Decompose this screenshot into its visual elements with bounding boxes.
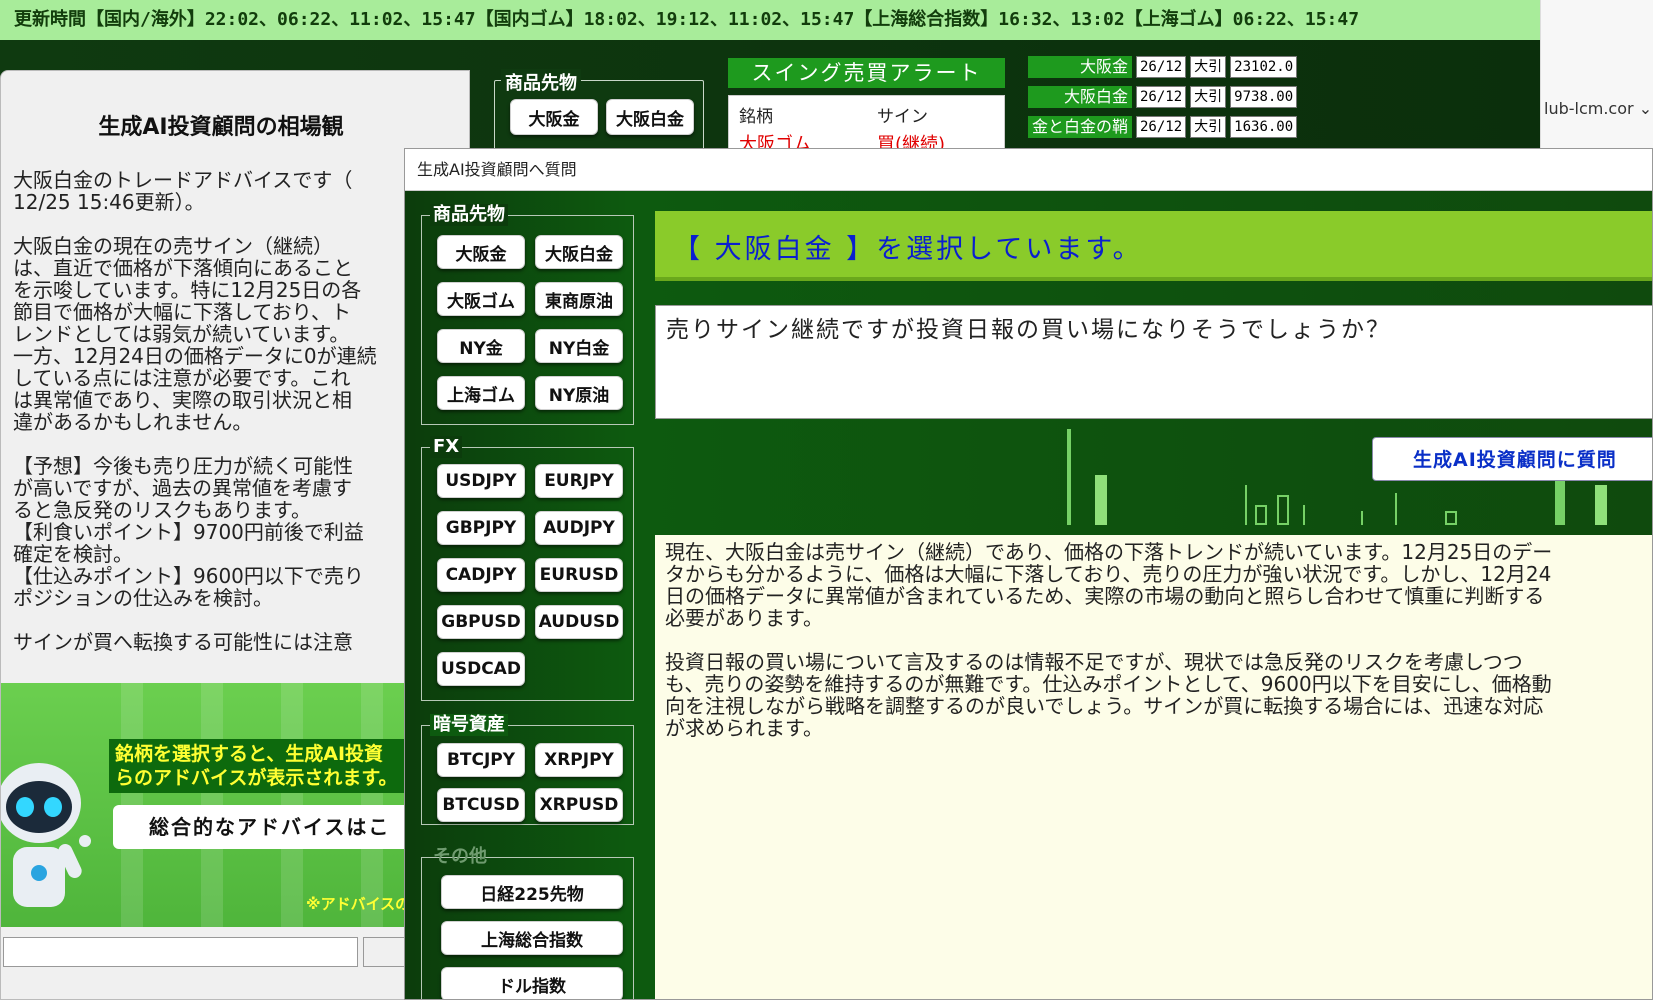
price-row: 大阪金 26/12 大引 23102.0 bbox=[1028, 56, 1298, 78]
fx-legend: FX bbox=[430, 436, 463, 458]
left-bottom-input[interactable] bbox=[3, 937, 358, 967]
selection-text: 【 大阪白金 】を選択しています。 bbox=[673, 234, 1143, 265]
eurusd-button[interactable]: EURUSD bbox=[535, 558, 623, 592]
price-name: 金と白金の鞘 bbox=[1028, 116, 1132, 138]
chart-candle bbox=[1067, 429, 1071, 525]
advice-banner: 銘柄を選択すると、生成AI投資 らのアドバイスが表示されます。 総合的なアドバイ… bbox=[1, 683, 469, 927]
eurjpy-button[interactable]: EURJPY bbox=[535, 464, 623, 498]
swing-col-sign: サイン bbox=[877, 107, 928, 127]
tocom-crude-button[interactable]: 東商原油 bbox=[535, 282, 623, 316]
usdcad-button[interactable]: USDCAD bbox=[437, 652, 525, 686]
left-bottom-controls bbox=[1, 927, 469, 999]
crypto-legend: 暗号資産 bbox=[430, 714, 508, 736]
shanghai-rubber-button[interactable]: 上海ゴム bbox=[437, 376, 525, 410]
price-kind: 大引 bbox=[1190, 86, 1227, 108]
nikkei225-futures-button[interactable]: 日経225先物 bbox=[441, 875, 623, 909]
price-name: 大阪白金 bbox=[1028, 86, 1132, 108]
chart-candle bbox=[1595, 485, 1607, 525]
market-view-window: 生成AI投資顧問の相場観 大阪白金のトレードアドバイスです（ 12/25 15:… bbox=[0, 70, 470, 1000]
market-view-advice: 大阪白金のトレードアドバイスです（ 12/25 15:46更新）。 大阪白金の現… bbox=[13, 168, 377, 654]
price-kind: 大引 bbox=[1190, 56, 1227, 78]
advice-note: ※アドバイスの bbox=[306, 895, 411, 913]
market-view-title: 生成AI投資顧問の相場観 bbox=[98, 115, 344, 140]
osaka-rubber-button[interactable]: 大阪ゴム bbox=[437, 282, 525, 316]
price-month: 26/12 bbox=[1136, 86, 1187, 108]
browser-url-fragment[interactable]: lub-lcm.cor ⌄ bbox=[1540, 94, 1653, 124]
chart-candle bbox=[1445, 511, 1457, 525]
usdjpy-button[interactable]: USDJPY bbox=[437, 464, 525, 498]
chevron-down-icon: ⌄ bbox=[1638, 99, 1653, 118]
swing-alert-title: スイング売買アラート bbox=[728, 58, 1005, 88]
price-value: 23102.0 bbox=[1230, 56, 1298, 78]
swing-col-name: 銘柄 bbox=[739, 107, 773, 127]
chart-candle bbox=[1361, 511, 1363, 525]
cadjpy-button[interactable]: CADJPY bbox=[437, 558, 525, 592]
price-value: 1636.00 bbox=[1230, 116, 1298, 138]
selection-header: 【 大阪白金 】を選択しています。 bbox=[655, 211, 1652, 281]
question-input[interactable]: 売りサイン継続ですが投資日報の買い場になりそうでしょうか？ bbox=[655, 305, 1652, 419]
price-name: 大阪金 bbox=[1028, 56, 1132, 78]
bg-osaka-gold-button[interactable]: 大阪金 bbox=[510, 99, 598, 135]
chart-candle bbox=[1277, 495, 1289, 525]
gbpusd-button[interactable]: GBPUSD bbox=[437, 605, 525, 639]
shanghai-composite-button[interactable]: 上海総合指数 bbox=[441, 921, 623, 955]
dialog-title: 生成AI投資顧問へ質問 bbox=[405, 149, 1652, 191]
commodity-futures-legend: 商品先物 bbox=[430, 204, 508, 226]
price-kind: 大引 bbox=[1190, 116, 1227, 138]
price-row: 大阪白金 26/12 大引 9738.00 bbox=[1028, 86, 1298, 108]
chart-candle bbox=[1395, 493, 1397, 525]
ai-answer: 現在、大阪白金は売サイン（継続）であり、価格の下落トレンドが続いています。12月… bbox=[655, 535, 1652, 999]
osaka-platinum-button[interactable]: 大阪白金 bbox=[535, 235, 623, 269]
btcusd-button[interactable]: BTCUSD bbox=[437, 788, 525, 822]
dollar-index-button[interactable]: ドル指数 bbox=[441, 967, 623, 999]
chart-candle bbox=[1095, 475, 1107, 525]
chart-candle bbox=[1255, 505, 1267, 525]
dialog-body: 商品先物 大阪金 大阪白金 大阪ゴム 東商原油 NY金 NY白金 上海ゴム NY… bbox=[405, 191, 1652, 999]
chart-candle bbox=[1303, 505, 1305, 525]
ny-platinum-button[interactable]: NY白金 bbox=[535, 329, 623, 363]
price-month: 26/12 bbox=[1136, 116, 1187, 138]
btcjpy-button[interactable]: BTCJPY bbox=[437, 743, 525, 777]
xrpusd-button[interactable]: XRPUSD bbox=[535, 788, 623, 822]
price-value: 9738.00 bbox=[1230, 86, 1298, 108]
chart-candle bbox=[1245, 485, 1247, 525]
ny-gold-button[interactable]: NY金 bbox=[437, 329, 525, 363]
robot-mascot-icon bbox=[1, 763, 91, 907]
price-row: 金と白金の鞘 26/12 大引 1636.00 bbox=[1028, 116, 1298, 138]
bg-commodity-legend: 商品先物 bbox=[501, 69, 581, 95]
others-legend: その他 bbox=[433, 846, 487, 867]
bg-osaka-platinum-button[interactable]: 大阪白金 bbox=[606, 99, 694, 135]
audjpy-button[interactable]: AUDJPY bbox=[535, 511, 623, 545]
price-month: 26/12 bbox=[1136, 56, 1187, 78]
ny-crude-button[interactable]: NY原油 bbox=[535, 376, 623, 410]
xrpjpy-button[interactable]: XRPJPY bbox=[535, 743, 623, 777]
ask-ai-button[interactable]: 生成AI投資顧問に質問 bbox=[1372, 437, 1652, 481]
ask-ai-dialog: 生成AI投資顧問へ質問 商品先物 大阪金 大阪白金 大阪ゴム 東商原油 NY金 … bbox=[404, 148, 1653, 1000]
osaka-gold-button[interactable]: 大阪金 bbox=[437, 235, 525, 269]
gbpjpy-button[interactable]: GBPJPY bbox=[437, 511, 525, 545]
audusd-button[interactable]: AUDUSD bbox=[535, 605, 623, 639]
update-times-ticker: 更新時間【国内/海外】22:02、06:22、11:02、15:47【国内ゴム】… bbox=[0, 0, 1540, 40]
